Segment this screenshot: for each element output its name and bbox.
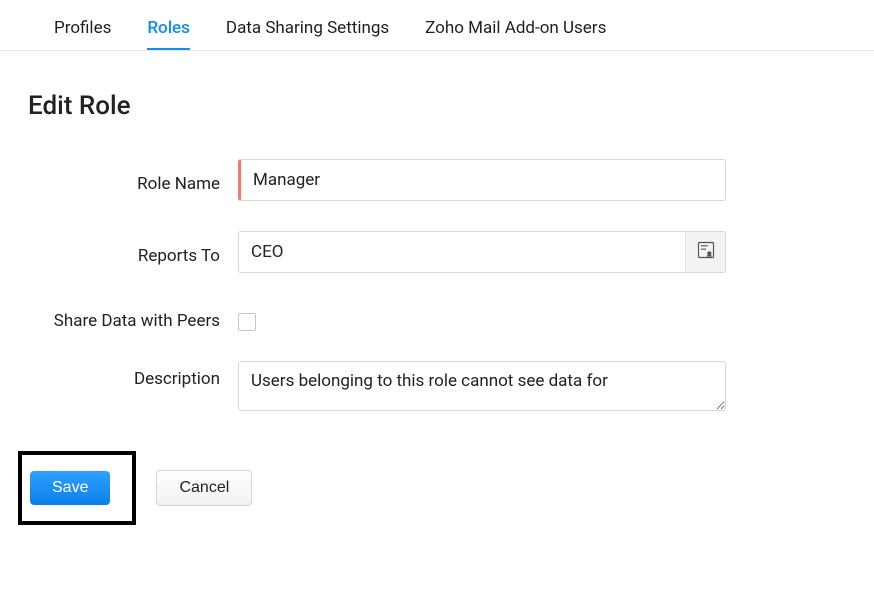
role-name-input[interactable] xyxy=(238,159,726,201)
role-name-label: Role Name xyxy=(28,166,238,194)
tabs-nav: Profiles Roles Data Sharing Settings Zoh… xyxy=(0,0,874,51)
reports-to-lookup-button[interactable] xyxy=(685,232,725,272)
save-button[interactable]: Save xyxy=(30,471,110,505)
description-textarea[interactable] xyxy=(238,361,726,411)
share-peers-label: Share Data with Peers xyxy=(28,303,238,331)
lookup-icon xyxy=(696,240,716,264)
cancel-button[interactable]: Cancel xyxy=(156,470,252,506)
page-title: Edit Role xyxy=(28,91,846,121)
tab-profiles[interactable]: Profiles xyxy=(54,18,111,50)
share-peers-checkbox[interactable] xyxy=(238,313,256,331)
save-highlight-box: Save xyxy=(18,451,136,525)
description-label: Description xyxy=(28,361,238,389)
tab-data-sharing[interactable]: Data Sharing Settings xyxy=(226,18,389,50)
tab-mail-addon[interactable]: Zoho Mail Add-on Users xyxy=(425,18,606,50)
tab-roles[interactable]: Roles xyxy=(147,18,190,50)
reports-to-label: Reports To xyxy=(28,238,238,266)
reports-to-input[interactable] xyxy=(239,232,685,272)
